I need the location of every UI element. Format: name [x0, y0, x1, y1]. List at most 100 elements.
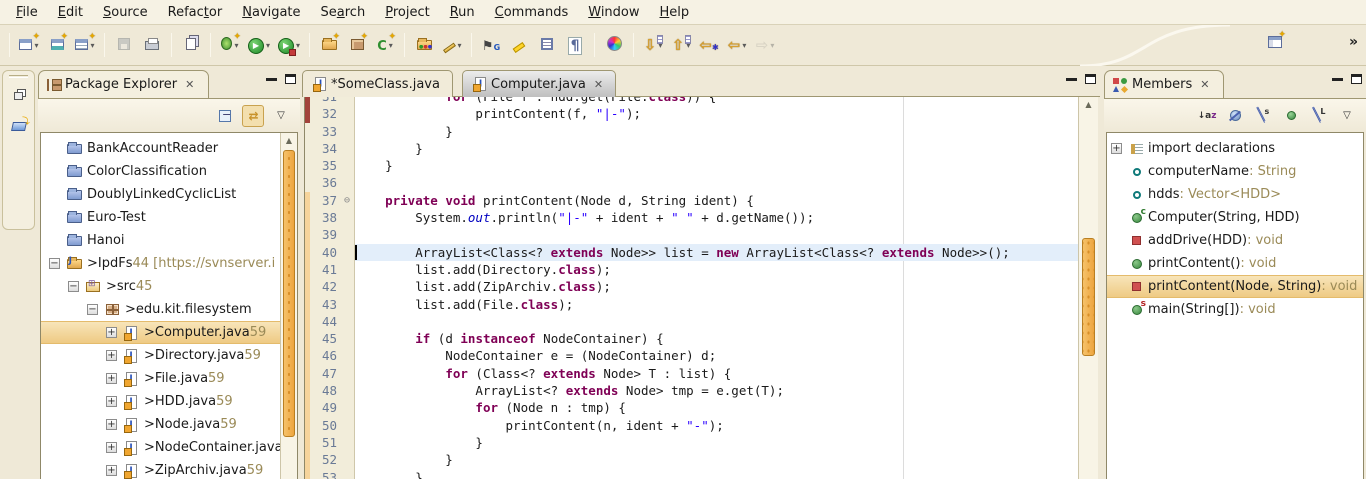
color-wheel-button[interactable]	[601, 31, 627, 59]
minimize-button[interactable]	[266, 77, 277, 81]
code-line-51[interactable]: 51 }	[305, 434, 1078, 451]
package-explorer-tab[interactable]: Package Explorer ✕	[38, 70, 209, 98]
code-line-46[interactable]: 46 NodeContainer e = (NodeContainer) d;	[305, 347, 1078, 364]
code-text[interactable]: printContent(n, ident + "-");	[355, 417, 1078, 434]
scroll-up-arrow[interactable]: ▲	[1079, 97, 1098, 113]
code-line-33[interactable]: 33 }	[305, 123, 1078, 140]
tree-item-colorclassification[interactable]: ColorClassification	[41, 160, 280, 183]
view-menu-button[interactable]: ▽	[270, 105, 292, 127]
code-line-53[interactable]: 53 }	[305, 469, 1078, 479]
code-line-34[interactable]: 34 }	[305, 140, 1078, 157]
close-icon[interactable]: ✕	[594, 78, 603, 91]
dropdown-arrow-icon[interactable]: ▾	[266, 41, 270, 50]
expand-toggle[interactable]: +	[106, 419, 117, 430]
debug-button[interactable]: ✦▾	[217, 31, 243, 59]
code-line-38[interactable]: 38 System.out.println("|-" + ident + " "…	[305, 209, 1078, 226]
dropdown-arrow-icon[interactable]: ▾	[770, 41, 774, 50]
scrollbar-thumb[interactable]	[1082, 238, 1095, 356]
code-text[interactable]: }	[355, 140, 1078, 157]
hide-fields-button[interactable]	[1224, 105, 1246, 127]
menu-search[interactable]: Search	[311, 2, 376, 23]
code-line-39[interactable]: 39	[305, 226, 1078, 243]
expand-toggle[interactable]: +	[106, 350, 117, 361]
tree-item-hanoi[interactable]: Hanoi	[41, 229, 280, 252]
mark-occurrences-button[interactable]: ⚑G	[478, 31, 504, 59]
scroll-up-arrow[interactable]: ▲	[281, 133, 297, 149]
code-line-31[interactable]: 31 for (File f : hdd.get(File.class)) {	[305, 97, 1078, 105]
expand-toggle[interactable]: +	[106, 442, 117, 453]
member-item-adddrive-hdd-[interactable]: addDrive(HDD) : void	[1107, 229, 1363, 252]
code-text[interactable]: }	[355, 123, 1078, 140]
code-text[interactable]: }	[355, 451, 1078, 468]
member-item-printcontent-node-string-[interactable]: printContent(Node, String) : void	[1107, 275, 1363, 298]
code-text[interactable]: }	[355, 434, 1078, 451]
code-line-48[interactable]: 48 ArrayList<? extends Node> tmp = e.get…	[305, 382, 1078, 399]
last-edit-location-button[interactable]: ⇦✱	[696, 31, 722, 59]
members-tab[interactable]: Members ✕	[1104, 70, 1224, 98]
dropdown-arrow-icon[interactable]: ▾	[296, 41, 300, 50]
code-text[interactable]	[355, 174, 1078, 191]
sort-button[interactable]: ↓az	[1196, 105, 1218, 127]
hide-static-button[interactable]: ╲s	[1252, 105, 1274, 127]
menu-project[interactable]: Project	[375, 2, 440, 23]
code-text[interactable]: if (d instanceof NodeContainer) {	[355, 330, 1078, 347]
code-editor[interactable]: 31 for (File f : hdd.get(File.class)) {3…	[304, 97, 1098, 479]
code-text[interactable]: NodeContainer e = (NodeContainer) d;	[355, 347, 1078, 364]
maximize-button[interactable]	[1085, 74, 1096, 84]
tree-item-hdd-java[interactable]: +J> HDD.java 59	[41, 390, 280, 413]
code-line-44[interactable]: 44	[305, 313, 1078, 330]
previous-annotation-button[interactable]: ⇧▾	[668, 31, 694, 59]
code-text[interactable]: list.add(Directory.class);	[355, 261, 1078, 278]
code-line-37[interactable]: 37⊖ private void printContent(Node d, St…	[305, 192, 1078, 209]
expand-toggle[interactable]: +	[106, 465, 117, 476]
new-java-project-button[interactable]: ✦	[316, 31, 342, 59]
code-text[interactable]: private void printContent(Node d, String…	[355, 192, 1078, 209]
code-text[interactable]: for (Node n : tmp) {	[355, 399, 1078, 416]
run-external-tools-button[interactable]: ▶▾	[275, 31, 303, 59]
tree-item-ipdfs[interactable]: −> IpdFs 44 [https://svnserver.i	[41, 252, 280, 275]
code-text[interactable]	[355, 226, 1078, 243]
code-line-36[interactable]: 36	[305, 174, 1078, 191]
back-button[interactable]: ⇦▾	[724, 31, 750, 59]
editor-tab--someclass-java[interactable]: J*SomeClass.java	[302, 70, 453, 97]
code-line-32[interactable]: 32 printContent(f, "|-");	[305, 105, 1078, 122]
menu-commands[interactable]: Commands	[485, 2, 579, 23]
menu-file[interactable]: File	[6, 2, 48, 23]
hide-local-types-button[interactable]: ╲L	[1308, 105, 1330, 127]
expand-toggle[interactable]: +	[1111, 143, 1122, 154]
code-line-43[interactable]: 43 list.add(File.class);	[305, 296, 1078, 313]
member-item-printcontent-[interactable]: printContent() : void	[1107, 252, 1363, 275]
menu-window[interactable]: Window	[578, 2, 649, 23]
new-wizard-button[interactable]: ✦▾	[16, 31, 42, 59]
dropdown-arrow-icon[interactable]: ▾	[458, 41, 462, 50]
expand-toggle[interactable]: +	[106, 327, 117, 338]
code-line-41[interactable]: 41 list.add(Directory.class);	[305, 261, 1078, 278]
code-line-50[interactable]: 50 printContent(n, ident + "-");	[305, 417, 1078, 434]
tree-item-doublylinkedcycliclist[interactable]: DoublyLinkedCyclicList	[41, 183, 280, 206]
new-view-button[interactable]: ✦▾	[72, 31, 98, 59]
code-text[interactable]: for (Class<? extends Node> T : list) {	[355, 365, 1078, 382]
code-text[interactable]: ArrayList<? extends Node> tmp = e.get(T)…	[355, 382, 1078, 399]
open-resource-button[interactable]	[7, 114, 31, 138]
open-perspective-button[interactable]: ✦	[1262, 28, 1288, 56]
member-item-main-string-[interactable]: smain(String[]) : void	[1107, 298, 1363, 321]
close-icon[interactable]: ✕	[1200, 78, 1209, 91]
search-button[interactable]: ▾	[439, 31, 465, 59]
collapse-toggle[interactable]: −	[49, 258, 60, 269]
view-menu-button[interactable]: ▽	[1336, 105, 1358, 127]
package-explorer-scrollbar[interactable]: ▲	[280, 133, 297, 479]
scrollbar-thumb[interactable]	[283, 150, 295, 437]
tree-item-nodecontainer-java[interactable]: +J> NodeContainer.java	[41, 436, 280, 459]
menu-help[interactable]: Help	[650, 2, 700, 23]
show-selected-element-button[interactable]	[534, 31, 560, 59]
code-line-40[interactable]: 40 ArrayList<Class<? extends Node>> list…	[305, 244, 1078, 261]
fast-view-grip[interactable]	[9, 75, 28, 78]
open-type-button[interactable]	[411, 31, 437, 59]
close-icon[interactable]: ✕	[185, 78, 194, 91]
menu-refactor[interactable]: Refactor	[158, 2, 233, 23]
tree-item-node-java[interactable]: +J> Node.java 59	[41, 413, 280, 436]
code-line-49[interactable]: 49 for (Node n : tmp) {	[305, 399, 1078, 416]
menu-edit[interactable]: Edit	[48, 2, 93, 23]
expand-toggle[interactable]: +	[106, 373, 117, 384]
code-line-45[interactable]: 45 if (d instanceof NodeContainer) {	[305, 330, 1078, 347]
